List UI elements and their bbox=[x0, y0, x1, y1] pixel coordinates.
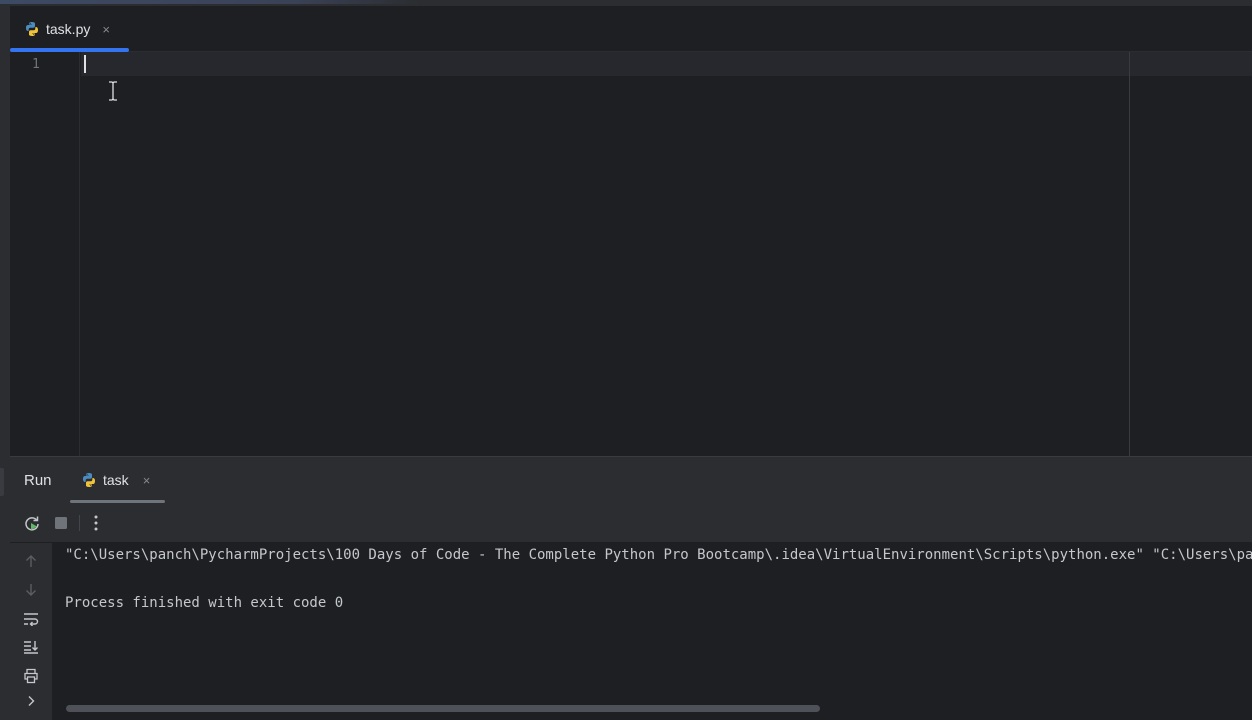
scroll-to-end-icon[interactable] bbox=[21, 637, 41, 657]
editor-tab-label: task.py bbox=[46, 21, 91, 37]
close-icon[interactable]: × bbox=[143, 473, 151, 488]
code-editor[interactable]: 1 bbox=[10, 52, 1252, 456]
chevron-right-icon[interactable] bbox=[21, 691, 41, 711]
python-icon bbox=[26, 22, 38, 36]
line-number: 1 bbox=[32, 57, 40, 72]
run-title: Run bbox=[24, 472, 52, 489]
rerun-icon[interactable] bbox=[22, 513, 42, 533]
text-caret bbox=[84, 55, 86, 73]
run-header: Run task × bbox=[10, 457, 1252, 503]
editor-tab-bar: task.py × bbox=[10, 6, 1252, 52]
print-icon[interactable] bbox=[21, 666, 41, 686]
text-cursor-icon bbox=[109, 80, 117, 102]
left-tool-stripe bbox=[0, 6, 10, 720]
console-output[interactable]: "C:\Users\panch\PycharmProjects\100 Days… bbox=[52, 543, 1252, 720]
more-icon[interactable] bbox=[86, 513, 106, 533]
stop-icon[interactable] bbox=[51, 513, 71, 533]
run-tool-window: Run task × "C:\Users\panch\PycharmProjec… bbox=[10, 456, 1252, 720]
soft-wrap-icon[interactable] bbox=[21, 609, 41, 629]
tool-stripe-marker bbox=[0, 468, 4, 496]
run-tab-task[interactable]: task × bbox=[70, 457, 165, 503]
editor-tab-task-py[interactable]: task.py × bbox=[10, 6, 129, 52]
current-line-highlight bbox=[81, 52, 1252, 76]
console-side-toolbar bbox=[10, 543, 52, 720]
arrow-down-icon[interactable] bbox=[21, 580, 41, 600]
python-icon bbox=[83, 473, 95, 487]
line-number-gutter: 1 bbox=[10, 52, 80, 456]
arrow-up-icon[interactable] bbox=[21, 551, 41, 571]
right-margin-guide bbox=[1129, 52, 1130, 456]
console-command-line: "C:\Users\panch\PycharmProjects\100 Days… bbox=[65, 547, 1252, 563]
console-exit-line: Process finished with exit code 0 bbox=[65, 595, 344, 611]
run-toolbar bbox=[10, 503, 1252, 543]
toolbar-separator bbox=[79, 515, 80, 531]
close-icon[interactable]: × bbox=[102, 22, 110, 37]
horizontal-scrollbar[interactable] bbox=[66, 705, 820, 712]
run-tab-label: task bbox=[103, 472, 129, 488]
